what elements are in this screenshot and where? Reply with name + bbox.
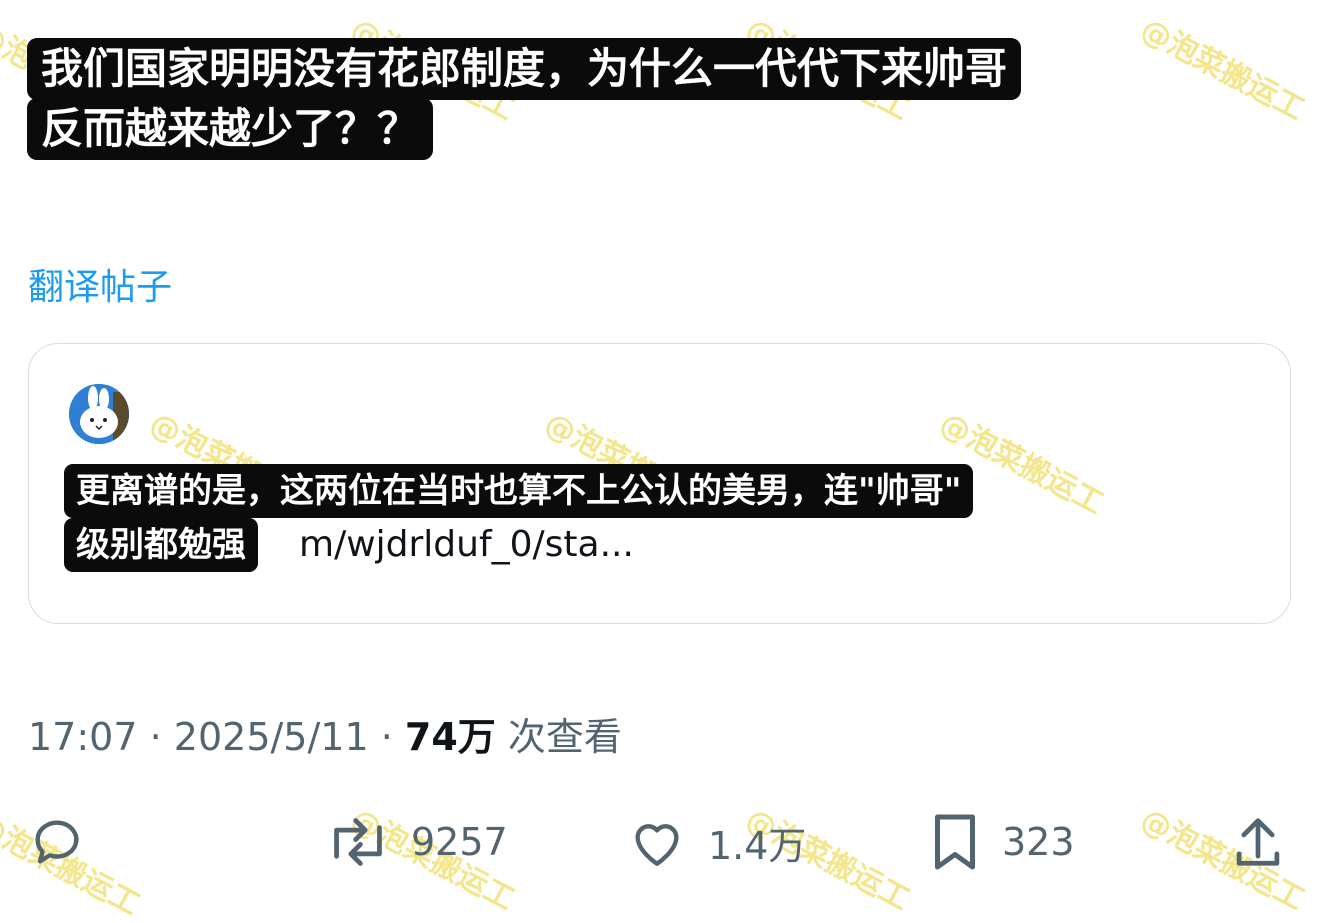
heart-icon — [635, 824, 679, 866]
post-meta: 17:07 · 2025/5/11 · 74万 次查看 — [28, 706, 622, 761]
bookmark-button[interactable]: 323 — [930, 810, 1075, 874]
retweet-count: 9257 — [411, 820, 508, 864]
avatar[interactable] — [69, 384, 129, 444]
bunny-avatar-icon — [69, 384, 129, 444]
caption-line-1: 我们国家明明没有花郎制度，为什么一代代下来帅哥 — [27, 38, 1022, 100]
translate-post-link[interactable]: 翻译帖子 — [28, 258, 172, 310]
views-label: 次查看 — [507, 715, 622, 759]
meta-separator: · — [380, 715, 393, 759]
action-bar: @泡菜搬运工 @泡菜搬运工 @泡菜搬运工 @泡菜搬运工 9257 1.4万 32… — [0, 800, 1320, 922]
reply-icon — [35, 820, 79, 864]
reply-button[interactable] — [28, 810, 86, 874]
bookmark-icon — [935, 814, 975, 870]
caption-line-2: 反而越来越少了？？ — [27, 98, 434, 160]
meta-separator: · — [149, 715, 162, 759]
quoted-caption-line-2: 级别都勉强 — [64, 518, 258, 572]
views-count: 74万 — [404, 715, 496, 759]
quoted-post-caption: 更离谱的是，这两位在当时也算不上公认的美男，连"帅哥" 级别都勉强 — [64, 464, 974, 572]
retweet-icon — [334, 818, 382, 866]
share-icon — [1236, 818, 1280, 866]
retweet-button[interactable]: 9257 — [327, 810, 508, 874]
quoted-caption-line-1: 更离谱的是，这两位在当时也算不上公认的美男，连"帅哥" — [64, 464, 974, 518]
share-button[interactable] — [1232, 810, 1284, 874]
like-count: 1.4万 — [708, 823, 807, 868]
post-date: 2025/5/11 — [173, 715, 369, 759]
like-button[interactable]: 1.4万 — [628, 810, 806, 874]
post-time: 17:07 — [28, 715, 138, 759]
bookmark-count: 323 — [1002, 820, 1075, 864]
quoted-post-card[interactable]: @泡菜搬运工 @泡菜搬运工 @泡菜搬运工 m/wjdrlduf_0/sta...… — [28, 343, 1291, 624]
post-caption: 我们国家明明没有花郎制度，为什么一代代下来帅哥 反而越来越少了？？ — [27, 38, 1307, 160]
watermark-text: @泡菜搬运工 — [1134, 802, 1311, 918]
